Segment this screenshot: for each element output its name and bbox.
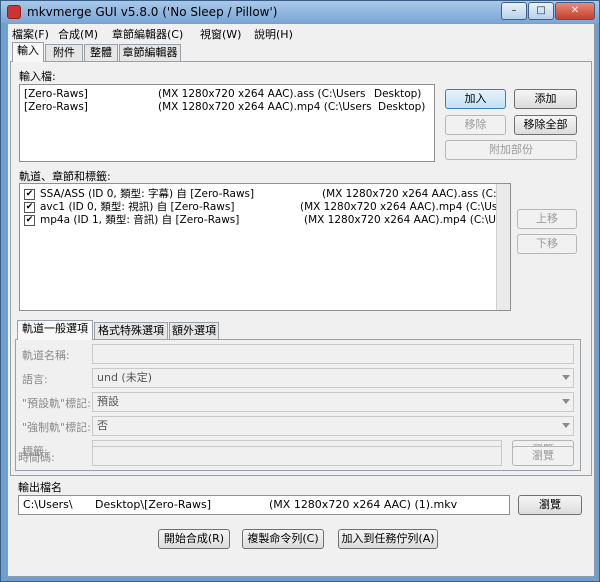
output-path-part: C:\Users\ [23,498,73,511]
output-filename-input[interactable]: C:\Users\ Desktop\[Zero-Raws] (MX 1280x7… [18,495,510,515]
timecodes-browse-button[interactable]: 瀏覽 [512,446,574,466]
output-path-part: (MX 1280x720 x264 AAC) (1).mkv [269,498,458,511]
tracks-scrollbar[interactable] [496,184,510,310]
app-icon [7,5,21,19]
client-area: 檔案(F) 合成(M) 章節編輯器(C) 視窗(W) 說明(H) 輸入 附件 整… [7,23,595,577]
file-name: [Zero-Raws] [24,88,88,100]
track-checkbox[interactable]: ✔ [24,215,35,226]
input-files-list[interactable]: [Zero-Raws] (MX 1280x720 x264 AAC).ass (… [19,84,435,162]
input-tab-panel: 輸入檔: [Zero-Raws] (MX 1280x720 x264 AAC).… [10,61,592,476]
maximize-button[interactable]: □ [528,2,554,20]
minimize-button[interactable]: – [501,2,527,20]
add-to-job-queue-button[interactable]: 加入到任務佇列(A) [338,529,438,549]
chevron-down-icon [562,375,570,380]
append-button[interactable]: 添加 [514,89,577,109]
table-row[interactable]: ✔ SSA/ASS (ID 0, 類型: 字幕) 自 [Zero-Raws] (… [20,188,510,201]
tab-chapter-editor[interactable]: 章節編輯器 [119,44,181,62]
track-name-label: 軌道名稱: [22,349,70,362]
file-name: [Zero-Raws] [24,101,88,113]
forced-track-select[interactable]: 否 [92,416,574,436]
file-info: (MX 1280x720 x264 AAC).ass (C:\Users [158,88,366,100]
tab-format-specific-options[interactable]: 格式特殊選項 [94,322,168,340]
app-window: mkvmerge GUI v5.8.0 ('No Sleep / Pillow'… [0,0,600,582]
file-path-tail: Desktop) [378,101,426,113]
track-file: (MX 1280x720 x264 AAC).mp4 (C:\Users\su [304,214,511,226]
table-row[interactable]: ✔ mp4a (ID 1, 類型: 音訊) 自 [Zero-Raws] (MX … [20,214,510,227]
start-muxing-button[interactable]: 開始合成(R) [158,529,230,549]
remove-all-button[interactable]: 移除全部 [514,115,577,135]
table-row[interactable]: ✔ avc1 (ID 0, 類型: 視訊) 自 [Zero-Raws] (MX … [20,201,510,214]
track-description: avc1 (ID 0, 類型: 視訊) 自 [Zero-Raws] [40,201,235,213]
additional-parts-button[interactable]: 附加部份 [445,140,577,160]
menu-mux[interactable]: 合成(M) [58,26,98,42]
tab-input[interactable]: 輸入 [12,42,44,62]
tab-global[interactable]: 整體 [84,44,118,62]
close-button[interactable]: ✕ [555,2,595,20]
menu-chapter-editor[interactable]: 章節編輯器(C) [112,26,183,42]
chevron-down-icon [562,399,570,404]
track-description: mp4a (ID 1, 類型: 音訊) 自 [Zero-Raws] [40,214,240,226]
menu-bar: 檔案(F) 合成(M) 章節編輯器(C) 視窗(W) 說明(H) [8,24,594,42]
forced-track-label: "強制軌"標記: [22,421,91,434]
track-file: (MX 1280x720 x264 AAC).mp4 (C:\Users\su [300,201,511,213]
tab-extra-options[interactable]: 額外選項 [169,322,219,340]
list-item[interactable]: [Zero-Raws] (MX 1280x720 x264 AAC).ass (… [24,88,434,101]
output-browse-button[interactable]: 瀏覽 [518,495,582,515]
window-title: mkvmerge GUI v5.8.0 ('No Sleep / Pillow'… [27,5,278,19]
status-bar [8,562,594,576]
file-info: (MX 1280x720 x264 AAC).mp4 (C:\Users [158,101,372,113]
remove-button[interactable]: 移除 [445,115,506,135]
default-track-value: 預設 [97,395,119,408]
default-track-select[interactable]: 預設 [92,392,574,412]
menu-file[interactable]: 檔案(F) [12,26,49,42]
tracks-label: 軌道、章節和標籤: [19,170,111,183]
file-path-tail: Desktop) [374,88,422,100]
output-path-part: Desktop\[Zero-Raws] [95,498,212,511]
title-bar[interactable]: mkvmerge GUI v5.8.0 ('No Sleep / Pillow'… [1,1,599,23]
move-down-button[interactable]: 下移 [517,234,577,254]
default-track-label: "預設軌"標記: [22,397,91,410]
copy-command-line-button[interactable]: 複製命令列(C) [242,529,324,549]
track-file: (MX 1280x720 x264 AAC).ass (C:\Users\ [322,188,510,200]
chevron-down-icon [562,423,570,428]
track-name-input[interactable] [92,344,574,364]
track-checkbox[interactable]: ✔ [24,202,35,213]
track-description: SSA/ASS (ID 0, 類型: 字幕) 自 [Zero-Raws] [40,188,255,200]
language-label: 語言: [22,373,48,386]
forced-track-value: 否 [97,419,108,432]
tracks-list[interactable]: ✔ SSA/ASS (ID 0, 類型: 字幕) 自 [Zero-Raws] (… [19,183,511,311]
menu-help[interactable]: 說明(H) [254,26,293,42]
input-files-label: 輸入檔: [19,70,56,83]
tab-general-track-options[interactable]: 軌道一般選項 [17,320,93,340]
timecodes-input[interactable] [92,446,502,466]
timecodes-label: 時間碼: [18,451,55,464]
track-checkbox[interactable]: ✔ [24,189,35,200]
menu-window[interactable]: 視窗(W) [200,26,241,42]
tab-attachments[interactable]: 附件 [45,44,83,62]
language-select[interactable]: und (未定) [92,368,574,388]
move-up-button[interactable]: 上移 [517,209,577,229]
list-item[interactable]: [Zero-Raws] (MX 1280x720 x264 AAC).mp4 (… [24,101,434,114]
language-value: und (未定) [97,371,153,384]
add-button[interactable]: 加入 [445,89,506,109]
output-filename-label: 輸出檔名 [18,481,62,494]
